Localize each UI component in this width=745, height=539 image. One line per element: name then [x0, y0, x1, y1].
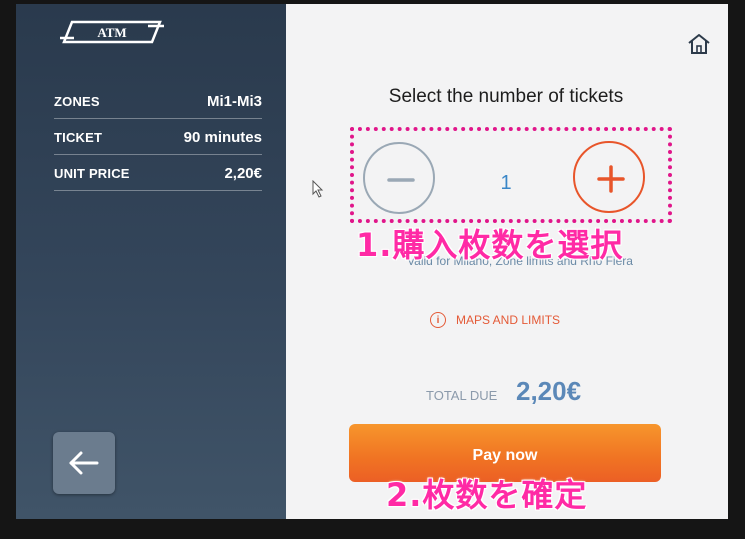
ticket-row: TICKET 90 minutes: [54, 124, 262, 155]
unit-price-row: UNIT PRICE 2,20€: [54, 160, 262, 191]
maps-and-limits-link[interactable]: i MAPS AND LIMITS: [430, 310, 560, 330]
kiosk-screen: ATM ZONES Mi1-Mi3 TICKET 90 minutes UNIT…: [16, 4, 728, 519]
decrease-quantity-button[interactable]: [363, 142, 435, 214]
ticket-summary-panel: ATM ZONES Mi1-Mi3 TICKET 90 minutes UNIT…: [16, 4, 286, 519]
atm-logo: ATM: [60, 18, 164, 46]
page-title: Select the number of tickets: [388, 86, 624, 107]
maps-link-label: MAPS AND LIMITS: [456, 313, 561, 327]
annotation-step-1: 1.購入枚数を選択: [356, 226, 624, 264]
total-due-label: TOTAL DUE: [426, 388, 498, 403]
unit-price-label: UNIT PRICE: [54, 166, 130, 181]
total-due-value: 2,20€: [516, 376, 582, 406]
arrow-left-icon: [53, 451, 115, 497]
minus-icon: [365, 178, 437, 219]
mouse-pointer-icon: [312, 179, 324, 202]
ticket-value: 90 minutes: [183, 129, 262, 146]
home-icon[interactable]: [686, 32, 712, 60]
info-icon: i: [430, 312, 446, 328]
pay-now-label: Pay now: [472, 447, 538, 464]
plus-icon: [575, 165, 647, 218]
svg-text:ATM: ATM: [97, 25, 126, 40]
annotation-step-2: 2.枚数を確定: [386, 476, 588, 514]
ticket-label: TICKET: [54, 130, 103, 145]
zones-value: Mi1-Mi3: [206, 93, 262, 110]
quantity-value: 1: [500, 172, 512, 194]
unit-price-value: 2,20€: [224, 165, 262, 182]
increase-quantity-button[interactable]: [573, 141, 645, 213]
back-button[interactable]: [53, 432, 115, 494]
zones-label: ZONES: [54, 94, 100, 109]
zones-row: ZONES Mi1-Mi3: [54, 88, 262, 119]
